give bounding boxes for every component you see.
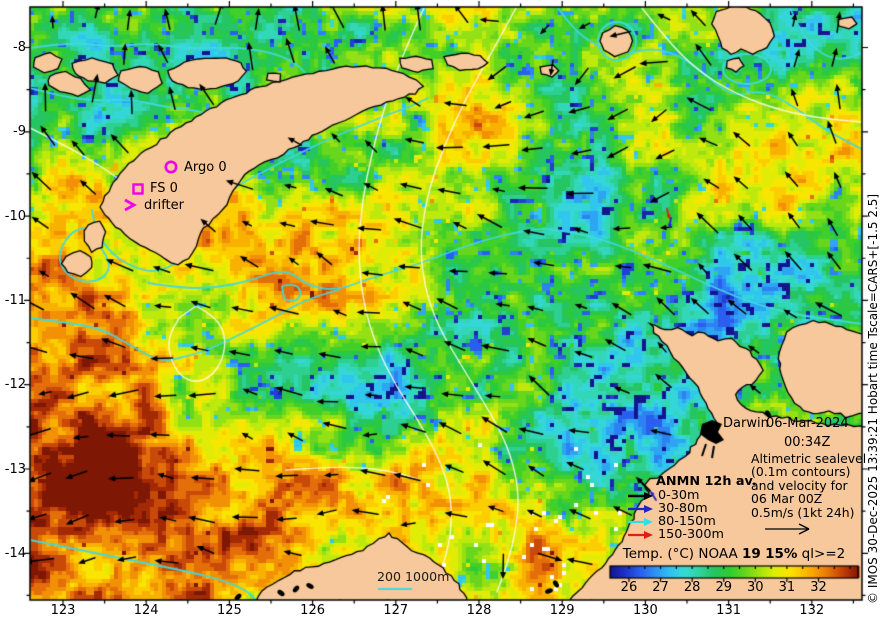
current-arrow-icon	[628, 517, 653, 526]
colorbar-title: Temp. (°C) NOAA 19 15% ql>=2	[610, 546, 858, 562]
map-time: 00:34Z	[784, 435, 831, 450]
anmn-legend-rows: 0-30m 30-80m 80-150m 150-300m	[626, 488, 757, 542]
argo-label: Argo 0	[184, 160, 227, 175]
y-axis-tick-label: -11	[4, 292, 26, 308]
colorbar-tick-label: 26	[620, 580, 638, 595]
drifter-chevron-icon	[122, 197, 138, 216]
colorbar-tick-label: 27	[652, 580, 669, 595]
y-axis-tick-label: -14	[4, 545, 26, 561]
current-arrow-icon	[628, 530, 653, 539]
x-axis-tick-label: 128	[466, 603, 492, 618]
colorbar-title-part: Temp. (°C) NOAA	[622, 546, 742, 562]
colorbar-tick-label: 31	[778, 580, 796, 595]
drifter-label: drifter	[144, 198, 184, 213]
altimetry-note-line: Altimetric sealevel	[751, 451, 867, 466]
anmn-legend-label: 150-300m	[658, 527, 724, 542]
x-axis-tick-label: 129	[549, 603, 575, 618]
anmn-legend: ANMN 12h av. 0-30m 30-80m 80-150m 150-300m	[626, 474, 757, 542]
colorbar-tick-label: 32	[810, 580, 827, 595]
altimetry-note-line: 06 Mar 00Z	[751, 491, 823, 507]
map-date: 06-Mar-2024	[766, 416, 849, 431]
y-axis-tick-label: -13	[4, 461, 26, 477]
colorbar-tick-label: 30	[747, 580, 764, 595]
x-axis-tick-label: 125	[216, 603, 242, 618]
fs-label: FS 0	[150, 181, 178, 196]
y-axis-tick-label: -8	[13, 40, 26, 55]
current-arrow-icon	[628, 504, 653, 513]
x-axis-tick-label: 127	[383, 603, 409, 618]
colorbar-title-part: 15%	[765, 546, 798, 562]
depth-contour-note: 200 1000m	[377, 569, 450, 584]
x-axis-tick-label: 126	[300, 603, 325, 618]
colorbar-tick-label: 29	[715, 580, 732, 595]
x-axis-tick-label: 131	[716, 603, 741, 618]
y-axis-tick-label: -10	[4, 208, 26, 224]
colorbar-tick-label: 28	[683, 580, 701, 595]
velocity-scale-arrow-icon	[765, 523, 810, 535]
x-axis-tick-label: 132	[799, 603, 825, 618]
altimetry-note-line: (0.1m contours)	[751, 464, 851, 480]
altimetry-note-line: 0.5m/s (1kt 24h)	[751, 504, 855, 520]
argo-circle-icon	[163, 159, 179, 179]
x-axis-tick-label: 124	[133, 603, 159, 618]
colorbar-title-part: 19	[741, 546, 761, 562]
colorbar-title-part: ql>=2	[797, 546, 846, 562]
altimetry-note-line: and velocity for	[751, 477, 848, 493]
current-arrow-icon	[628, 491, 653, 500]
x-axis-tick-label: 123	[50, 603, 76, 618]
imos-watermark: © IMOS 30-Dec-2025 13:39:21 Hobart time …	[866, 193, 880, 604]
anmn-legend-row: 150-300m	[626, 527, 757, 542]
sst-map-page: Darwin 06-Mar-2024 00:34Z Argo 0 FS 0 dr…	[0, 0, 880, 630]
x-axis-tick-label: 130	[632, 603, 658, 618]
altimetry-note: Altimetric sealevel (0.1m contours) and ve…	[751, 452, 866, 540]
y-axis-tick-label: -9	[13, 124, 26, 140]
anmn-legend-title: ANMN 12h av.	[656, 474, 757, 489]
station-label: Darwin	[723, 416, 769, 431]
y-axis-tick-label: -12	[4, 377, 26, 393]
